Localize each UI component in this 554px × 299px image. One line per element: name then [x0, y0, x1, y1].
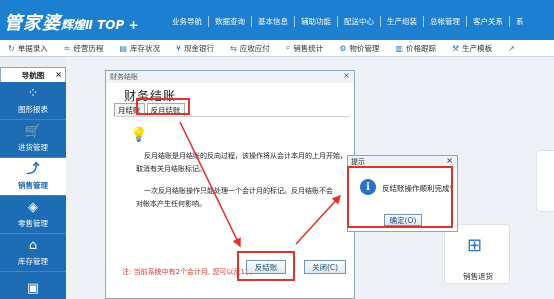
toolbar-item[interactable]: ⚙ 物价管理 [331, 43, 387, 54]
top-menu-item[interactable]: 客户关系 [466, 16, 509, 27]
toolbar-item[interactable]: ▥ 价格跟踪 [387, 43, 444, 54]
report-icon: ⁘ [27, 85, 39, 101]
toolbar-item-label: 单据录入 [17, 43, 48, 53]
nav-tab-label: 导航图 [21, 70, 45, 80]
sales-stats-icon: ⌕ [285, 43, 291, 52]
nav-tab[interactable]: 导航图 × [0, 67, 66, 82]
paragraph-1: 反月结账是月结账的反向过程，该操作将从会计本月的上月开始， 取消有关月结账标记。 [136, 150, 348, 175]
toolbar-item-label: 销售统计 [293, 43, 324, 53]
highlight-box [347, 166, 453, 228]
sales-return-label: 销售退货 [463, 272, 493, 281]
close-icon[interactable]: × [343, 71, 350, 80]
sidebar-item[interactable]: ⁘ 图形报表 [0, 82, 66, 120]
paragraph-2: 一次反月结账操作只能处理一个会计月的标记。反月结账不会 对帐本产生任何影响。 [136, 185, 348, 210]
lightbulb-icon: 💡 [130, 127, 148, 143]
toolbar-item[interactable]: ▤ 库存状况 [111, 43, 168, 54]
close-button[interactable]: 关闭(C) [304, 260, 346, 274]
top-menu-item[interactable]: 配送中心 [337, 16, 380, 27]
toolbar-item[interactable]: ⌕ 销售统计 [278, 43, 331, 54]
paragraph-2-line-2: 对帐本产生任何影响。 [136, 199, 206, 208]
toolbar-item-label: 库存状况 [129, 43, 160, 53]
cart-icon: ↻ [8, 43, 15, 53]
toolbar-item[interactable]: ⚒ 生产模板 [444, 43, 500, 54]
warehouse-icon: ⌂ [28, 237, 38, 253]
top-banner: 管家婆辉煌Ⅱ TOP + 业务导航 数据查询 基本信息 辅助功能 配送中心 生产组装 总帐管… [0, 0, 554, 40]
close-icon[interactable]: × [55, 70, 62, 79]
production-icon: ⚒ [451, 43, 460, 53]
side-card [536, 150, 554, 212]
dialog-panel: 💡 反月结账是月结账的反向过程，该操作将从会计本月的上月开始， 取消有关月结账标… [116, 116, 349, 276]
more-icon: ↗ [508, 43, 515, 53]
money-icon: ▣ [26, 281, 40, 296]
top-menu-item[interactable]: 基本信息 [251, 16, 294, 27]
goods-icon: ⚙ [339, 43, 347, 53]
app-logo: 管家婆辉煌Ⅱ TOP + [4, 9, 139, 35]
toolbar-item[interactable]: ↻ 单据录入 [0, 43, 56, 54]
toolbar-item[interactable]: ≈ 经营历程 [56, 43, 112, 54]
highlight-box [136, 98, 190, 115]
popup-title: 提示 [351, 158, 365, 166]
purchase-cart-icon: 🛒 [24, 123, 42, 139]
paragraph-2-line-1: 一次反月结账操作只能处理一个会计月的标记。反月结账不会 [144, 187, 333, 195]
toolbar-item[interactable]: ↗ [500, 44, 526, 53]
close-icon[interactable]: × [446, 156, 453, 165]
sales-return-card[interactable]: ⊞ 销售退货 [444, 224, 510, 284]
top-menu-item[interactable]: 业务导航 [166, 16, 208, 27]
logo-main: 管家婆 [4, 13, 61, 34]
dialog-window-title: 财务结账 [110, 73, 138, 81]
period-close-dialog: 财务结账 × 财务结账 月结账 反月结账 💡 反月结账是月结账的反向过程，该操作… [105, 70, 355, 299]
stock-icon: ▤ [119, 43, 127, 53]
sidebar-item-label: 进货管理 [18, 142, 48, 152]
paragraph-1-line-1: 反月结账是月结账的反向过程，该操作将从会计本月的上月开始， [144, 152, 347, 160]
top-menu: 业务导航 数据查询 基本信息 辅助功能 配送中心 生产组装 总帐管理 客户关系系 [166, 16, 530, 27]
main-toolbar: ↻ 单据录入 ≈ 经营历程 ▤ 库存状况 ¥ 现金银行 ⇆ 应收应付 ⌕ 销售统计 ⚙ 物价管理 ▥ 价格跟踪… [0, 40, 554, 57]
paragraph-1-line-2: 取消有关月结账标记。 [136, 164, 206, 173]
arap-icon: ⇆ [230, 43, 237, 53]
info-note: 注: 当前系统中有2个会计月, 您可以反1次 [122, 268, 252, 276]
sales-return-icon: ⊞ [467, 235, 483, 256]
dialog-titlebar: 财务结账 × [106, 71, 354, 83]
sidebar-item-label: 零售管理 [18, 218, 48, 228]
top-menu-item[interactable]: 系 [509, 16, 530, 27]
sidebar-item-label: 图形报表 [18, 104, 48, 114]
top-menu-item[interactable]: 生产组装 [380, 16, 423, 27]
toolbar-item[interactable]: ¥ 现金银行 [168, 43, 222, 54]
sidebar-item-label: 销售管理 [18, 180, 48, 190]
sales-chart-icon: ⤴ [26, 161, 40, 177]
top-menu-item[interactable]: 数据查询 [208, 16, 251, 27]
sidebar-item[interactable]: ⌂ 库存管理 [0, 234, 66, 272]
sidebar-item[interactable]: ◈ 零售管理 [0, 196, 66, 234]
retail-tag-icon: ◈ [28, 199, 38, 215]
toolbar-item-label: 应收应付 [239, 43, 270, 53]
toolbar-item-label: 生产模板 [462, 43, 493, 53]
toolbar-item-label: 价格跟踪 [405, 43, 436, 53]
sidebar-item[interactable]: 🛒 进货管理 [0, 120, 66, 158]
toolbar-item-label: 物价管理 [349, 43, 380, 53]
sidebar-item[interactable]: ▣ [0, 272, 66, 299]
success-popup: 提示 × i 反结账操作顺利完成! 确定(O) [347, 155, 458, 232]
top-menu-item[interactable]: 辅助功能 [294, 16, 337, 27]
highlight-box [237, 251, 295, 281]
toolbar-item-label: 现金银行 [184, 43, 215, 53]
price-track-icon: ▥ [395, 43, 403, 53]
sidebar-nav: ⁘ 图形报表 🛒 进货管理 ⤴ 销售管理 ◈ 零售管理 ⌂ 库存管理 ▣ [0, 82, 66, 299]
history-icon: ≈ [63, 43, 71, 53]
logo-sub: 辉煌Ⅱ TOP + [61, 18, 139, 32]
sidebar-item[interactable]: ⤴ 销售管理 [0, 158, 66, 196]
toolbar-item-label: 经营历程 [73, 43, 104, 53]
bank-icon: ¥ [175, 43, 182, 53]
sidebar-item-label: 库存管理 [18, 256, 48, 266]
toolbar-item[interactable]: ⇆ 应收应付 [222, 43, 278, 54]
top-menu-item[interactable]: 总帐管理 [423, 16, 466, 27]
